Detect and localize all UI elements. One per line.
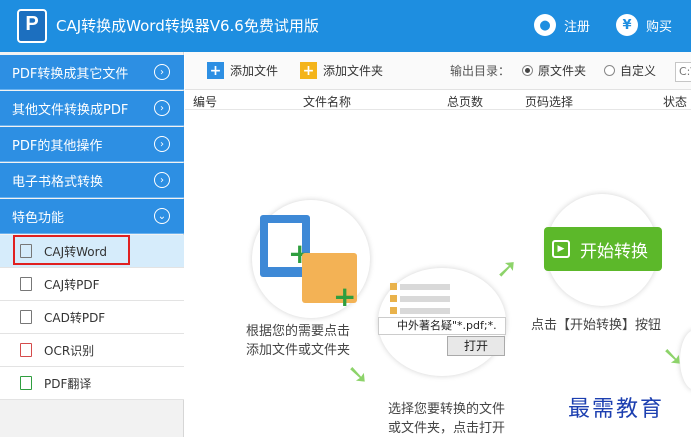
add-folder-button[interactable]: + 添加文件夹 [300, 62, 383, 79]
sidebar-category-pdf-to-other[interactable]: PDF转换成其它文件 › [0, 55, 184, 90]
highlight-frame [13, 235, 130, 265]
watermark: 最需教育 [568, 397, 665, 422]
file-table-header: 编号 文件名称 总页数 页码选择 状态 [185, 90, 691, 110]
sidebar-item-cad-to-pdf[interactable]: CAD转PDF [0, 301, 184, 334]
sidebar-category-ebook[interactable]: 电子书格式转换 › [0, 163, 184, 198]
app-logo-icon: P [17, 9, 47, 43]
sidebar-item-label: CAD转PDF [44, 310, 106, 325]
sidebar-category-pdf-other-ops[interactable]: PDF的其他操作 › [0, 127, 184, 162]
add-folder-label: 添加文件夹 [323, 64, 384, 78]
chevron-down-icon: ⌄ [154, 208, 170, 224]
radio-label: 原文件夹 [538, 64, 587, 78]
caption-line: 根据您的需要点击 [246, 324, 351, 339]
category-label: PDF转换成其它文件 [12, 66, 129, 82]
sidebar-item-ocr[interactable]: OCR识别 [0, 334, 184, 367]
output-dir-label: 输出目录： [450, 64, 511, 78]
file-name-field: 中外著名疑"*.pdf;*. [378, 317, 506, 335]
radio-label: 自定义 [620, 64, 657, 78]
logo-letter: P [25, 13, 39, 35]
column-header[interactable]: 状态 [663, 93, 687, 110]
step3-caption: 点击【开始转换】按钮 [531, 318, 662, 333]
sidebar-item-label: OCR识别 [44, 343, 95, 358]
start-convert-label: 开始转换 [580, 241, 648, 262]
tree-item [400, 296, 450, 302]
tree-item [400, 308, 450, 314]
category-label: PDF的其他操作 [12, 138, 103, 154]
column-header[interactable]: 编号 [193, 93, 217, 110]
chevron-right-icon: › [154, 100, 170, 116]
register-button[interactable]: ● 注册 [534, 12, 590, 38]
radio-source-folder[interactable]: 原文件夹 [522, 62, 586, 79]
sidebar-item-pdf-translate[interactable]: PDF翻译 [0, 367, 184, 400]
radio-custom[interactable]: 自定义 [604, 62, 656, 79]
register-label: 注册 [564, 19, 591, 35]
radio-checked-icon [522, 65, 533, 76]
radio-unchecked-icon [604, 65, 615, 76]
column-header[interactable]: 页码选择 [525, 93, 573, 110]
step1-caption: 根据您的需要点击 添加文件或文件夹 [246, 322, 350, 360]
category-label: 电子书格式转换 [12, 174, 104, 190]
add-file-button[interactable]: + 添加文件 [207, 62, 278, 79]
column-header[interactable]: 总页数 [447, 93, 483, 110]
sidebar-category-other-to-pdf[interactable]: 其他文件转换成PDF › [0, 91, 184, 126]
category-label: 其他文件转换成PDF [12, 102, 129, 118]
sidebar-item-label: PDF翻译 [44, 376, 92, 391]
app-title: CAJ转换成Word转换器V6.6免费试用版 [56, 17, 319, 35]
arrow-right-icon: ➘ [662, 342, 684, 372]
chevron-right-icon: › [154, 172, 170, 188]
user-icon: ● [534, 14, 556, 36]
translate-icon [20, 376, 32, 390]
buy-label: 购买 [646, 19, 673, 35]
folder-icon [390, 283, 397, 290]
caption-line: 或文件夹，点击打开 [388, 421, 506, 436]
folder-icon [390, 307, 397, 314]
output-path-field[interactable]: C:\ [675, 62, 691, 82]
document-icon [20, 310, 32, 324]
step2-caption: 选择您要转换的文件 或文件夹，点击打开 [388, 400, 505, 437]
sidebar-item-label: CAJ转PDF [44, 277, 100, 292]
caption-line: 添加文件或文件夹 [246, 343, 351, 358]
document-icon [20, 277, 32, 291]
folder-icon [390, 295, 397, 302]
add-file-icon: + [207, 62, 224, 79]
add-file-label: 添加文件 [230, 64, 279, 78]
buy-button[interactable]: ¥ 购买 [616, 12, 672, 38]
ocr-icon [20, 343, 32, 357]
plus-icon: + [333, 280, 357, 313]
add-folder-icon: + [300, 62, 317, 79]
tree-item [400, 284, 450, 290]
chevron-right-icon: › [154, 64, 170, 80]
start-convert-button-illustration: ▶ 开始转换 [544, 227, 662, 271]
sidebar-category-features[interactable]: 特色功能 ⌄ [0, 199, 184, 234]
toolbar: + 添加文件 + 添加文件夹 输出目录： 原文件夹 自定义 C:\ [185, 52, 691, 90]
arrow-down-right-icon: ➘ [347, 360, 369, 390]
arrow-up-right-icon: ➚ [496, 254, 518, 284]
title-bar: P CAJ转换成Word转换器V6.6免费试用版 ● 注册 ¥ 购买 [0, 0, 691, 52]
column-header[interactable]: 文件名称 [303, 93, 351, 110]
caption-line: 选择您要转换的文件 [388, 402, 506, 417]
chevron-right-icon: › [154, 136, 170, 152]
yen-icon: ¥ [616, 14, 638, 36]
open-button: 打开 [447, 336, 505, 356]
category-label: 特色功能 [12, 210, 65, 226]
sidebar-item-caj-to-pdf[interactable]: CAJ转PDF [0, 268, 184, 301]
play-icon: ▶ [552, 240, 570, 258]
